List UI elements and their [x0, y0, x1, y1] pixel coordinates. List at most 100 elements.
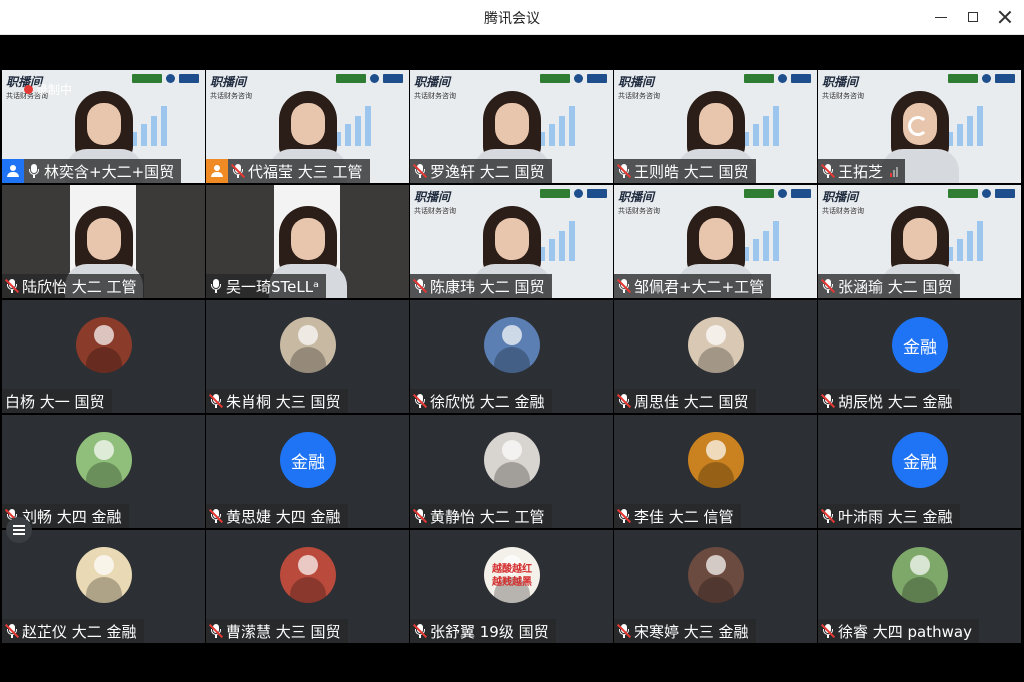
avatar-figure-head	[94, 325, 114, 345]
participant-tile[interactable]: 赵芷仪 大二 金融	[2, 530, 205, 643]
more-menu-button[interactable]	[6, 517, 32, 543]
participant-grid: 职播间 共话财务咨询 录制中 林奕含+大二+国贸 职播间 共话财务咨询 代福莹 大三 工管职…	[2, 70, 1022, 643]
participant-name-label: 李佳 大二 信管	[614, 504, 741, 528]
brand-subtitle: 共话财务咨询	[414, 92, 456, 100]
participant-tile[interactable]: 金融胡辰悦 大二 金融	[818, 300, 1021, 413]
face	[290, 103, 325, 145]
brand-subtitle: 共话财务咨询	[210, 92, 252, 100]
school-logo	[995, 189, 1015, 198]
avatar-figure-body	[86, 577, 122, 603]
mic-muted-icon	[820, 508, 836, 524]
participant-tile[interactable]: 金融 黄思婕 大四 金融	[206, 415, 409, 528]
mic-muted-icon	[820, 163, 836, 179]
participant-tile[interactable]: 朱肖桐 大三 国贸	[206, 300, 409, 413]
mic-muted-icon	[616, 393, 632, 409]
participant-tile[interactable]: 职播间 共话财务咨询 王则皓 大二 国贸	[614, 70, 817, 183]
participant-tile[interactable]: 白杨 大一 国贸	[2, 300, 205, 413]
mic-muted-icon	[412, 623, 428, 639]
mic-muted-icon	[820, 278, 836, 294]
avatar: 金融	[892, 432, 948, 488]
close-button[interactable]	[990, 4, 1020, 30]
participant-tile[interactable]: 徐欣悦 大二 金融	[410, 300, 613, 413]
maximize-button[interactable]	[958, 4, 988, 30]
mic-icon	[209, 278, 223, 294]
partner-logos	[744, 74, 811, 83]
face	[86, 103, 121, 145]
participant-tile[interactable]: 职播间 共话财务咨询 罗逸轩 大二 国贸	[410, 70, 613, 183]
chart-decoration-bar	[151, 116, 157, 146]
participant-tile[interactable]: 越酸越红 越贱越黑 张舒翼 19级 国贸	[410, 530, 613, 643]
participant-tile[interactable]: 刘畅 大四 金融	[2, 415, 205, 528]
brand-title: 职播间	[822, 75, 859, 89]
partner-logos	[744, 189, 811, 198]
participant-name-label: 吴一琦STeLLᵃ	[206, 274, 326, 298]
participant-name-label: 代福莹 大三 工管	[206, 159, 370, 183]
chart-decoration-bar	[161, 106, 167, 146]
avatar-figure-head	[706, 440, 726, 460]
avatar-figure-head	[94, 555, 114, 575]
participant-tile[interactable]: 职播间 共话财务咨询 陈康玮 大二 国贸	[410, 185, 613, 298]
participant-tile[interactable]: 金融叶沛雨 大三 金融	[818, 415, 1021, 528]
participant-name: 白杨 大一 国贸	[5, 392, 105, 411]
participant-tile[interactable]: 李佳 大二 信管	[614, 415, 817, 528]
participant-tile[interactable]: 徐睿 大四 pathway	[818, 530, 1021, 643]
chart-decoration-bar	[967, 116, 973, 146]
participant-name-label: 胡辰悦 大二 金融	[818, 389, 960, 413]
school-seal-logo	[982, 74, 991, 83]
chart-decoration-bar	[763, 231, 769, 261]
mic-muted-icon	[208, 508, 224, 524]
close-icon	[998, 10, 1012, 24]
avatar-figure-body	[290, 347, 326, 373]
avatar: 金融	[892, 317, 948, 373]
mic-muted-icon	[208, 393, 224, 409]
recording-label: 录制中	[36, 83, 73, 97]
person-icon	[211, 165, 223, 177]
participant-name: 吴一琦STeLLᵃ	[226, 277, 319, 296]
avatar	[76, 432, 132, 488]
mic-icon	[27, 163, 41, 179]
school-logo	[791, 74, 811, 83]
chart-decoration-bar	[763, 116, 769, 146]
signal-strength-icon	[890, 165, 899, 177]
avatar	[280, 547, 336, 603]
person-icon	[7, 165, 19, 177]
mic-muted-icon	[616, 508, 632, 524]
participant-name-label: 宋寒婷 大三 金融	[614, 619, 756, 643]
school-seal-logo	[166, 74, 175, 83]
avatar-figure-body	[698, 347, 734, 373]
participant-tile[interactable]: 黄静怡 大二 工管	[410, 415, 613, 528]
aacsb-logo	[540, 189, 570, 198]
avatar-figure-body	[86, 347, 122, 373]
avatar	[484, 317, 540, 373]
minimize-button[interactable]	[926, 4, 956, 30]
participant-tile[interactable]: 职播间 共话财务咨询 录制中 林奕含+大二+国贸	[2, 70, 205, 183]
avatar-figure-body	[290, 577, 326, 603]
participant-tile[interactable]: 职播间 共话财务咨询 邹佩君+大二+工管	[614, 185, 817, 298]
participant-name-label: 徐睿 大四 pathway	[818, 619, 979, 643]
brand-subtitle: 共话财务咨询	[822, 92, 864, 100]
partner-logos	[948, 189, 1015, 198]
participant-tile[interactable]: 宋寒婷 大三 金融	[614, 530, 817, 643]
aacsb-logo	[540, 74, 570, 83]
school-seal-logo	[574, 189, 583, 198]
participant-tile[interactable]: 陆欣怡 大二 工管	[2, 185, 205, 298]
participant-name-label: 林奕含+大二+国贸	[2, 159, 182, 183]
participant-tile[interactable]: 职播间 共话财务咨询 代福莹 大三 工管	[206, 70, 409, 183]
brand-subtitle: 共话财务咨询	[822, 207, 864, 215]
partner-logos	[948, 74, 1015, 83]
cohost-icon	[206, 159, 228, 183]
participant-tile[interactable]: 曹潆慧 大三 国贸	[206, 530, 409, 643]
menu-icon	[13, 525, 25, 535]
avatar-figure-body	[494, 462, 530, 488]
participant-name: 叶沛雨 大三 金融	[838, 507, 953, 526]
chart-decoration-bar	[977, 106, 983, 146]
school-seal-logo	[778, 74, 787, 83]
participant-tile[interactable]: 吴一琦STeLLᵃ	[206, 185, 409, 298]
participant-tile[interactable]: 职播间 共话财务咨询 张涵瑜 大二 国贸	[818, 185, 1021, 298]
avatar	[688, 547, 744, 603]
participant-tile[interactable]: 周思佳 大二 国贸	[614, 300, 817, 413]
school-seal-logo	[370, 74, 379, 83]
maximize-icon	[968, 12, 978, 22]
participant-tile[interactable]: 职播间 共话财务咨询 王拓芝	[818, 70, 1021, 183]
face	[698, 103, 733, 145]
